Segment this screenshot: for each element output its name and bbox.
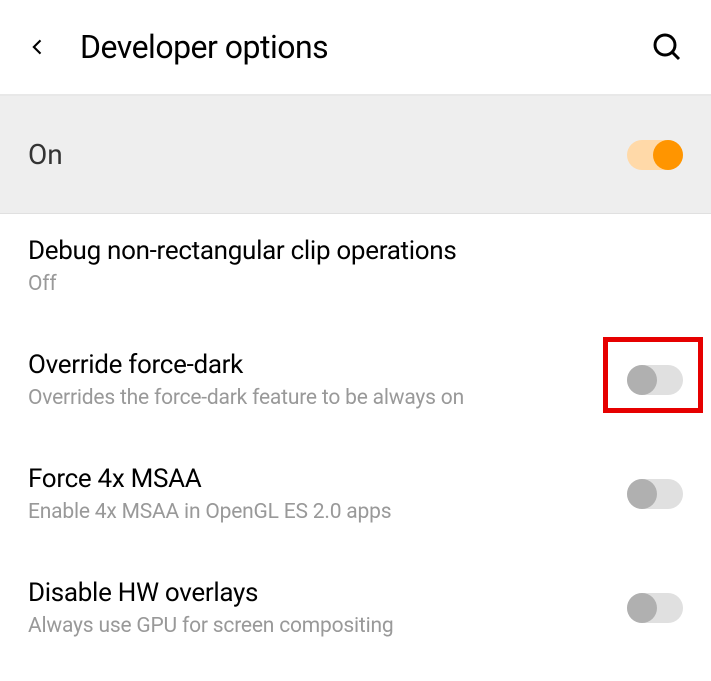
setting-text: Disable HW overlays Always use GPU for s… — [28, 578, 627, 638]
setting-subtitle: Overrides the force-dark feature to be a… — [28, 386, 627, 410]
setting-text: Force 4x MSAA Enable 4x MSAA in OpenGL E… — [28, 464, 627, 524]
toggle-knob — [653, 140, 683, 170]
setting-override-force-dark[interactable]: Override force-dark Overrides the force-… — [0, 318, 711, 432]
setting-text: Debug non-rectangular clip operations Of… — [28, 236, 683, 296]
setting-subtitle: Always use GPU for screen compositing — [28, 614, 627, 638]
toggle-knob — [627, 479, 657, 509]
header-bar: Developer options — [0, 0, 711, 94]
master-toggle-row[interactable]: On — [0, 96, 711, 214]
setting-force-4x-msaa[interactable]: Force 4x MSAA Enable 4x MSAA in OpenGL E… — [0, 432, 711, 546]
settings-list: Debug non-rectangular clip operations Of… — [0, 214, 711, 660]
disable-hw-overlays-toggle[interactable] — [627, 593, 683, 623]
toggle-knob — [627, 365, 657, 395]
override-force-dark-toggle[interactable] — [627, 365, 683, 395]
page-title: Developer options — [80, 28, 651, 66]
setting-text: Override force-dark Overrides the force-… — [28, 350, 627, 410]
setting-subtitle: Enable 4x MSAA in OpenGL ES 2.0 apps — [28, 500, 627, 524]
setting-title: Override force-dark — [28, 350, 627, 380]
setting-disable-hw-overlays[interactable]: Disable HW overlays Always use GPU for s… — [0, 546, 711, 660]
master-toggle-switch[interactable] — [627, 140, 683, 170]
back-icon[interactable] — [28, 37, 48, 57]
setting-title: Disable HW overlays — [28, 578, 627, 608]
search-icon[interactable] — [651, 31, 683, 63]
setting-title: Force 4x MSAA — [28, 464, 627, 494]
force-4x-msaa-toggle[interactable] — [627, 479, 683, 509]
setting-title: Debug non-rectangular clip operations — [28, 236, 683, 266]
setting-debug-clip[interactable]: Debug non-rectangular clip operations Of… — [0, 214, 711, 318]
setting-subtitle: Off — [28, 272, 683, 296]
toggle-knob — [627, 593, 657, 623]
master-toggle-label: On — [28, 138, 627, 171]
